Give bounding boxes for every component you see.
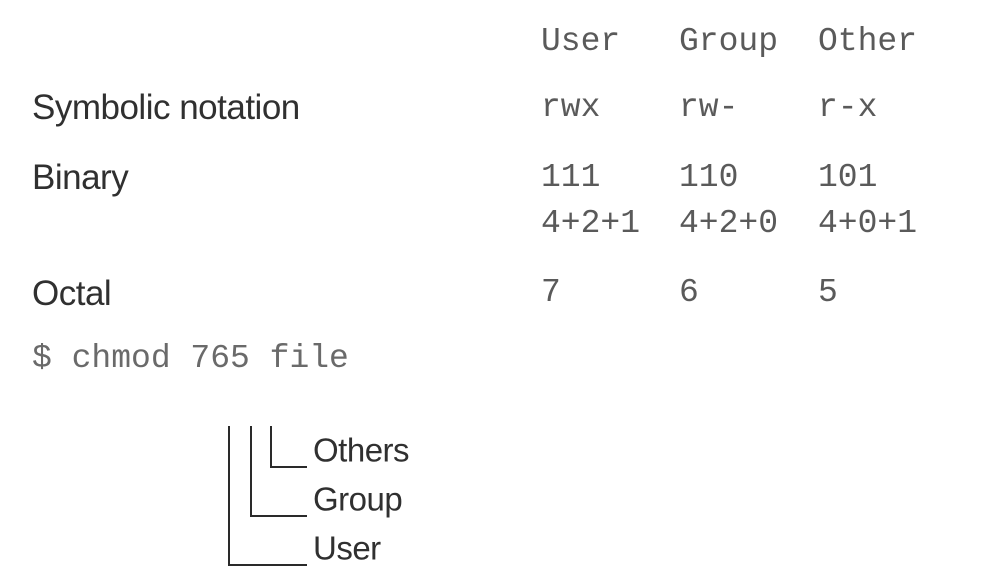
legend-bracket-lines [228, 426, 307, 566]
legend-group-label: Group [313, 480, 403, 518]
group-bracket-line [250, 426, 307, 517]
user-bracket-line [228, 426, 307, 566]
others-bracket-line [270, 426, 307, 468]
legend-user-label: User [313, 529, 381, 567]
legend-others-label: Others [313, 431, 410, 469]
